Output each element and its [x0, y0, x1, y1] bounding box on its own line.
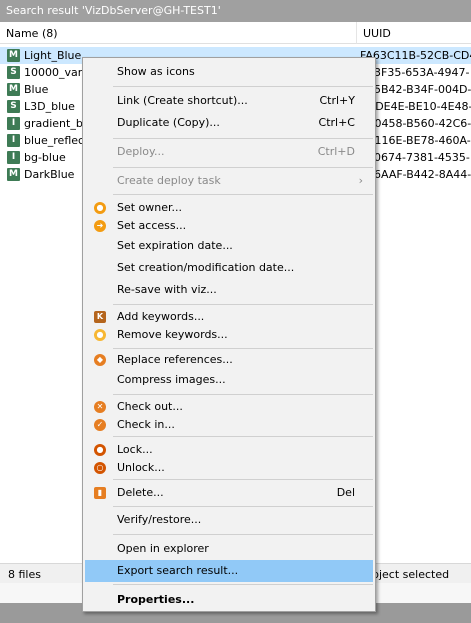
lock-icon: ●: [94, 444, 106, 456]
material-icon: M: [7, 83, 20, 96]
menu-label: Create deploy task: [117, 174, 221, 187]
row-name: DarkBlue: [24, 168, 75, 181]
remove-keyword-icon: ●: [94, 329, 106, 341]
row-uuid: 395B42-B34F-004D-: [360, 83, 471, 96]
column-header-name[interactable]: Name (8): [0, 22, 357, 44]
menu-label: Set expiration date...: [117, 239, 233, 252]
menu-separator: [113, 479, 373, 480]
menu-item-link[interactable]: Link (Create shortcut)... Ctrl+Y: [85, 90, 373, 112]
menu-separator: [113, 436, 373, 437]
row-uuid: FA63C11B-52CB-CD42: [360, 49, 471, 62]
menu-item-check-in[interactable]: ✓ Check in...: [85, 414, 373, 436]
menu-shortcut: Ctrl+D: [317, 145, 355, 158]
menu-item-compress-images[interactable]: Compress images...: [85, 369, 373, 391]
menu-label: Open in explorer: [117, 542, 209, 555]
menu-item-deploy[interactable]: Deploy... Ctrl+D: [85, 141, 373, 163]
menu-item-export-search-result[interactable]: Export search result...: [85, 560, 373, 582]
menu-item-properties[interactable]: Properties...: [85, 589, 373, 611]
context-menu: Show as icons Link (Create shortcut)... …: [82, 57, 376, 612]
menu-item-duplicate[interactable]: Duplicate (Copy)... Ctrl+C: [85, 112, 373, 134]
menu-item-remove-keywords[interactable]: ● Remove keywords...: [85, 324, 373, 346]
menu-label: Set owner...: [117, 201, 183, 214]
menu-separator: [113, 167, 373, 168]
row-uuid: 546AAF-B442-8A44-: [360, 168, 471, 181]
menu-label: Set access...: [117, 219, 187, 232]
menu-separator: [113, 534, 373, 535]
menu-separator: [113, 138, 373, 139]
unlock-icon: ○: [94, 462, 106, 474]
row-name: L3D_blue: [24, 100, 75, 113]
menu-item-set-creation-date[interactable]: Set creation/modification date...: [85, 257, 373, 279]
menu-item-show-as-icons[interactable]: Show as icons: [85, 61, 373, 83]
submenu-arrow-icon: ›: [358, 174, 363, 187]
check-in-icon: ✓: [94, 419, 106, 431]
menu-label: Export search result...: [117, 564, 239, 577]
menu-separator: [113, 584, 373, 585]
row-uuid: CADE4E-BE10-4E48-: [360, 100, 471, 113]
menu-label: Link (Create shortcut)...: [117, 94, 248, 107]
menu-label: Compress images...: [117, 373, 226, 386]
check-out-icon: ✕: [94, 401, 106, 413]
menu-label: Lock...: [117, 443, 153, 456]
row-name: Light_Blue: [24, 49, 82, 62]
scene-icon: S: [7, 66, 20, 79]
menu-item-unlock[interactable]: ○ Unlock...: [85, 457, 373, 479]
menu-separator: [113, 194, 373, 195]
menu-item-resave[interactable]: Re-save with viz...: [85, 279, 373, 301]
replace-icon: ◆: [94, 354, 106, 366]
menu-label: Re-save with viz...: [117, 283, 217, 296]
menu-shortcut: Del: [336, 486, 355, 499]
menu-label: Show as icons: [117, 65, 195, 78]
scene-icon: S: [7, 100, 20, 113]
menu-label: Unlock...: [117, 461, 165, 474]
delete-icon: ▮: [94, 487, 106, 499]
search-result-window: Search result 'VizDbServer@GH-TEST1' Nam…: [0, 0, 471, 623]
menu-item-delete[interactable]: ▮ Delete... Del: [85, 482, 373, 504]
file-count: 8 files: [8, 568, 41, 581]
menu-item-set-expiration[interactable]: Set expiration date...: [85, 235, 373, 257]
access-icon: ➜: [94, 220, 106, 232]
menu-separator: [113, 86, 373, 87]
menu-shortcut: Ctrl+C: [318, 116, 355, 129]
menu-item-replace-references[interactable]: ◆ Replace references...: [85, 349, 373, 371]
menu-label: Remove keywords...: [117, 328, 228, 341]
menu-item-set-access[interactable]: ➜ Set access...: [85, 215, 373, 237]
menu-item-open-in-explorer[interactable]: Open in explorer: [85, 538, 373, 560]
material-icon: M: [7, 168, 20, 181]
material-icon: M: [7, 49, 20, 62]
selection-status: bject selected: [372, 568, 450, 581]
menu-label: Deploy...: [117, 145, 165, 158]
menu-label: Properties...: [117, 593, 195, 606]
column-header-uuid[interactable]: UUID: [357, 22, 471, 44]
keyword-icon: K: [94, 311, 106, 323]
row-uuid: 140674-7381-4535-: [360, 151, 470, 164]
menu-label: Add keywords...: [117, 310, 205, 323]
row-uuid: 0A116E-BE78-460A-: [360, 134, 471, 147]
row-uuid: 203F35-653A-4947-: [360, 66, 470, 79]
row-name: bg-blue: [24, 151, 66, 164]
menu-separator: [113, 506, 373, 507]
menu-label: Verify/restore...: [117, 513, 202, 526]
window-title: Search result 'VizDbServer@GH-TEST1': [0, 0, 471, 22]
menu-label: Delete...: [117, 486, 164, 499]
menu-shortcut: Ctrl+Y: [319, 94, 355, 107]
menu-label: Set creation/modification date...: [117, 261, 295, 274]
image-icon: I: [7, 134, 20, 147]
row-name: Blue: [24, 83, 49, 96]
image-icon: I: [7, 117, 20, 130]
menu-label: Check out...: [117, 400, 183, 413]
image-icon: I: [7, 151, 20, 164]
owner-icon: ●: [94, 202, 106, 214]
menu-label: Check in...: [117, 418, 175, 431]
menu-label: Replace references...: [117, 353, 233, 366]
row-name: blue_reflect: [24, 134, 89, 147]
menu-label: Duplicate (Copy)...: [117, 116, 220, 129]
menu-item-verify-restore[interactable]: Verify/restore...: [85, 509, 373, 531]
menu-item-create-deploy-task[interactable]: Create deploy task ›: [85, 170, 373, 192]
row-uuid: A00458-B560-42C6-: [360, 117, 471, 130]
menu-separator: [113, 394, 373, 395]
menu-separator: [113, 304, 373, 305]
